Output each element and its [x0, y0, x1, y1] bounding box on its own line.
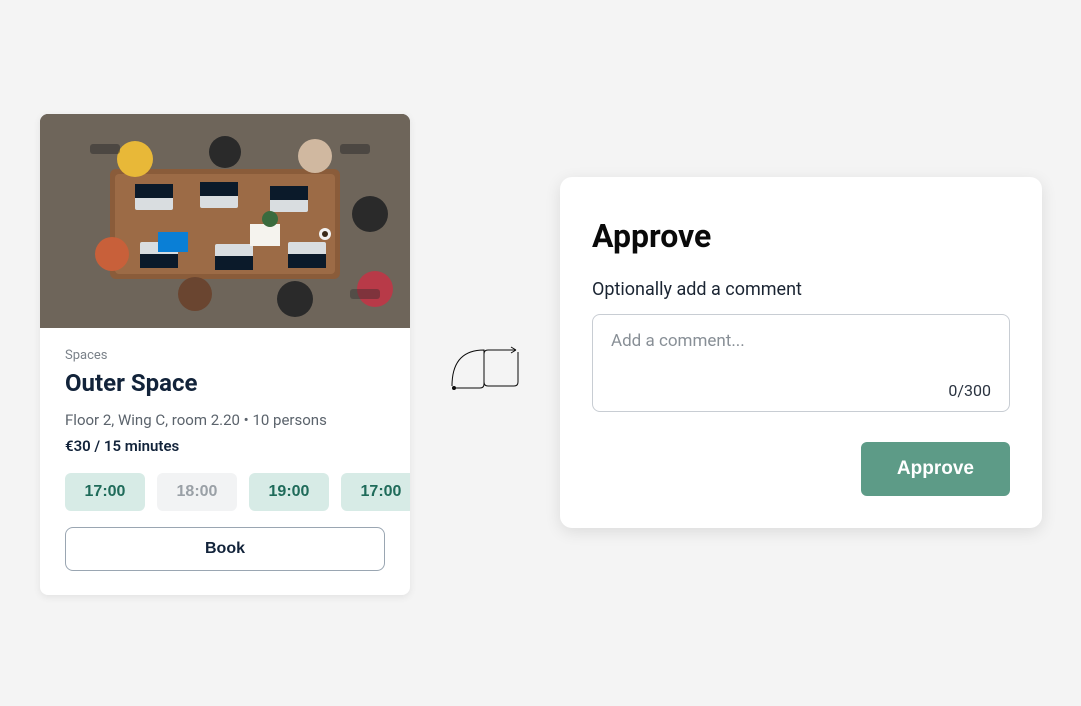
connector-line	[448, 346, 528, 386]
approve-card: Approve Optionally add a comment 0/300 A…	[560, 177, 1042, 528]
space-title: Outer Space	[65, 369, 385, 397]
space-card: Spaces Outer Space Floor 2, Wing C, room…	[40, 114, 410, 595]
time-slot[interactable]: 17:00	[341, 473, 410, 511]
comment-box: 0/300	[592, 314, 1010, 412]
approve-button[interactable]: Approve	[861, 442, 1010, 496]
approve-actions: Approve	[592, 442, 1010, 496]
space-price: €30 / 15 minutes	[65, 437, 385, 455]
space-image	[40, 114, 410, 328]
time-slot[interactable]: 18:00	[157, 473, 237, 511]
time-slot[interactable]: 17:00	[65, 473, 145, 511]
book-button[interactable]: Book	[65, 527, 385, 571]
time-slot[interactable]: 19:00	[249, 473, 329, 511]
space-meta: Floor 2, Wing C, room 2.20 • 10 persons	[65, 411, 385, 429]
char-counter: 0/300	[611, 381, 991, 400]
approve-title: Approve	[592, 217, 1010, 255]
time-slots: 17:00 18:00 19:00 17:00	[55, 473, 410, 511]
comment-input[interactable]	[611, 331, 991, 371]
comment-label: Optionally add a comment	[592, 279, 1010, 300]
category-label: Spaces	[65, 348, 385, 363]
